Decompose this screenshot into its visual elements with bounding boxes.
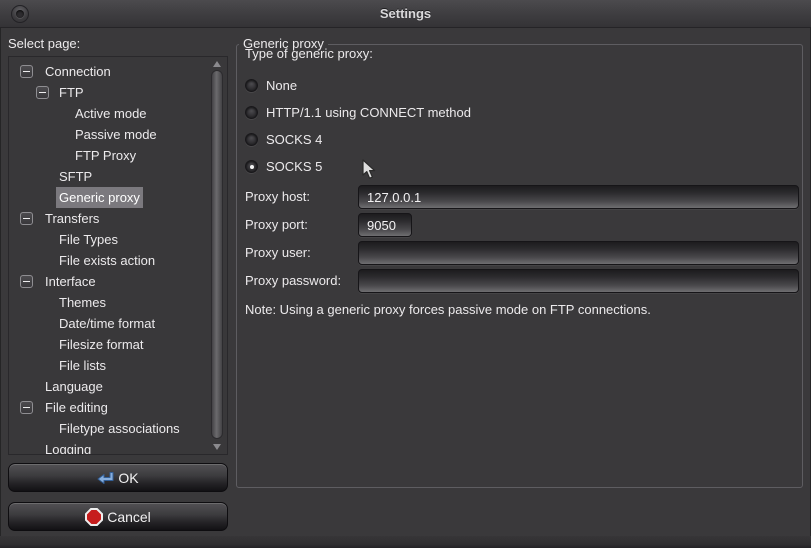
radio-circle-icon[interactable] <box>245 106 258 119</box>
tree-item-passive-mode[interactable]: Passive mode <box>9 124 227 145</box>
ok-button-label: OK <box>118 470 138 486</box>
proxy-password-input[interactable] <box>358 269 799 293</box>
settings-dialog: Settings Select page: Connection FTP Act… <box>0 0 811 548</box>
tree-item-transfers[interactable]: Transfers <box>9 208 227 229</box>
settings-tree: Connection FTP Active mode Passive mode … <box>8 56 228 455</box>
tree-item-datetime-format[interactable]: Date/time format <box>9 313 227 334</box>
tree-item-ftp-proxy[interactable]: FTP Proxy <box>9 145 227 166</box>
tree-item-interface[interactable]: Interface <box>9 271 227 292</box>
proxy-type-label: Type of generic proxy: <box>245 46 373 61</box>
select-page-label: Select page: <box>8 36 80 51</box>
proxy-user-input[interactable] <box>358 241 799 265</box>
cancel-button[interactable]: Cancel <box>8 502 228 531</box>
tree-item-file-types[interactable]: File Types <box>9 229 227 250</box>
tree-item-generic-proxy[interactable]: Generic proxy <box>9 187 227 208</box>
scroll-down-icon[interactable] <box>213 444 221 450</box>
tree-item-connection[interactable]: Connection <box>9 61 227 82</box>
tree-item-ftp[interactable]: FTP <box>9 82 227 103</box>
radio-http-connect[interactable]: HTTP/1.1 using CONNECT method <box>245 99 665 126</box>
tree-item-filesize-format[interactable]: Filesize format <box>9 334 227 355</box>
tree-item-sftp[interactable]: SFTP <box>9 166 227 187</box>
proxy-port-input[interactable] <box>358 213 412 237</box>
minus-expander-icon[interactable] <box>20 212 33 225</box>
tree-item-filetype-associations[interactable]: Filetype associations <box>9 418 227 439</box>
window-title: Settings <box>0 0 811 28</box>
tree-item-language[interactable]: Language <box>9 376 227 397</box>
radio-circle-icon[interactable] <box>245 160 258 173</box>
radio-socks5[interactable]: SOCKS 5 <box>245 153 665 180</box>
tree-list: Connection FTP Active mode Passive mode … <box>9 57 227 455</box>
tree-item-logging[interactable]: Logging <box>9 439 227 455</box>
proxy-host-label: Proxy host: <box>245 189 310 204</box>
cancel-button-label: Cancel <box>107 509 151 525</box>
ok-button[interactable]: OK <box>8 463 228 492</box>
minus-expander-icon[interactable] <box>20 401 33 414</box>
stop-sign-icon <box>85 508 103 526</box>
proxy-password-label: Proxy password: <box>245 273 341 288</box>
minus-expander-icon[interactable] <box>20 65 33 78</box>
tree-scrollbar[interactable] <box>210 59 225 452</box>
scroll-up-icon[interactable] <box>213 61 221 67</box>
titlebar[interactable]: Settings <box>0 0 811 28</box>
radio-socks4[interactable]: SOCKS 4 <box>245 126 665 153</box>
radio-circle-icon[interactable] <box>245 79 258 92</box>
radio-circle-icon[interactable] <box>245 133 258 146</box>
proxy-note: Note: Using a generic proxy forces passi… <box>245 302 651 317</box>
proxy-type-radio-group: None HTTP/1.1 using CONNECT method SOCKS… <box>245 72 665 180</box>
proxy-port-label: Proxy port: <box>245 217 308 232</box>
minus-expander-icon[interactable] <box>36 86 49 99</box>
window-bottom-edge <box>0 536 811 548</box>
tree-item-active-mode[interactable]: Active mode <box>9 103 227 124</box>
minus-expander-icon[interactable] <box>20 275 33 288</box>
tree-item-themes[interactable]: Themes <box>9 292 227 313</box>
proxy-user-label: Proxy user: <box>245 245 311 260</box>
tree-item-file-exists-action[interactable]: File exists action <box>9 250 227 271</box>
tree-item-file-editing[interactable]: File editing <box>9 397 227 418</box>
scrollbar-thumb[interactable] <box>211 70 223 439</box>
proxy-host-input[interactable] <box>358 185 799 209</box>
return-arrow-icon <box>97 471 114 485</box>
radio-none[interactable]: None <box>245 72 665 99</box>
tree-item-file-lists[interactable]: File lists <box>9 355 227 376</box>
